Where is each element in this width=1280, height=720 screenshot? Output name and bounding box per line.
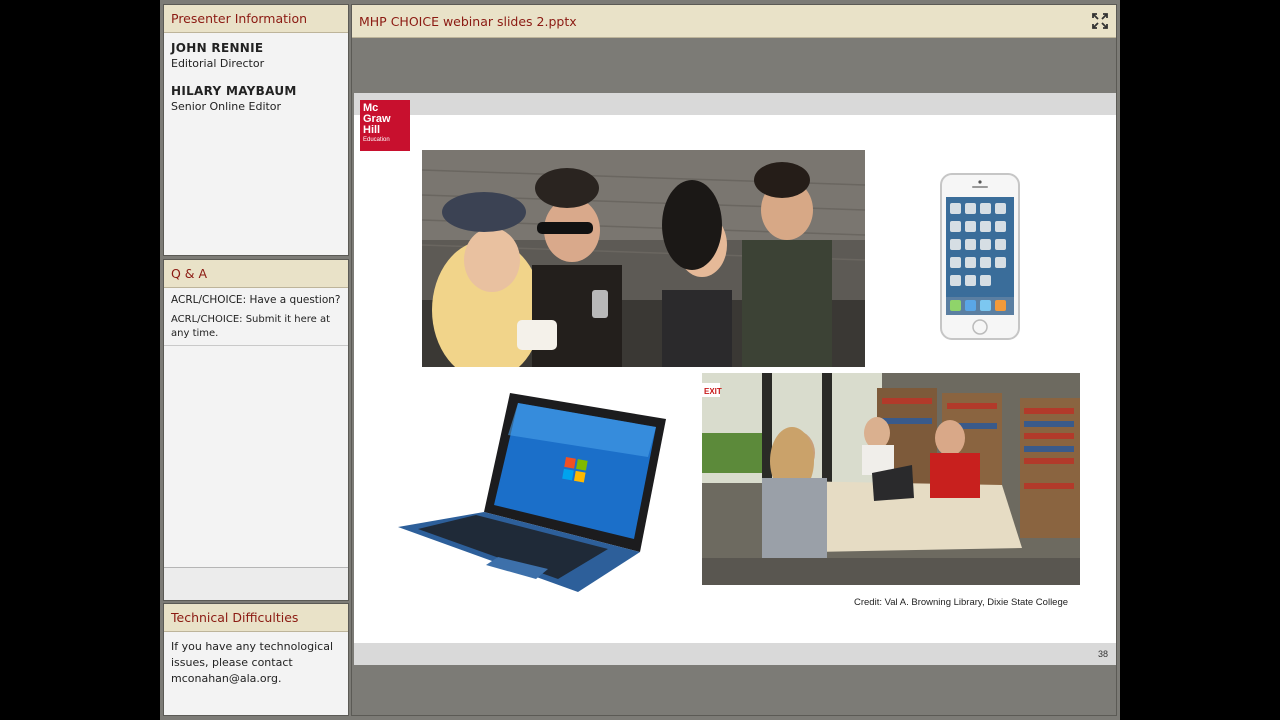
- qa-pod-title: Q & A: [171, 266, 208, 281]
- exit-sign: EXIT: [704, 387, 722, 396]
- tech-pod-title: Technical Difficulties: [171, 610, 299, 625]
- fullscreen-icon: [1092, 13, 1108, 29]
- laptop-photo: [398, 387, 668, 592]
- share-pod: MHP CHOICE webinar slides 2.pptx Mc Graw…: [351, 4, 1117, 716]
- presentation-slide: Mc Graw Hill Education EXIT Credit: Val …: [354, 93, 1116, 665]
- presenter-pod-title: Presenter Information: [171, 11, 308, 26]
- tech-difficulties-pod: Technical Difficulties If you have any t…: [163, 603, 349, 716]
- qa-question-input[interactable]: [164, 567, 348, 600]
- library-study-photo: EXIT: [702, 373, 1080, 585]
- logo-line: Hill: [363, 124, 381, 136]
- presenter-name: JOHN RENNIE: [171, 41, 264, 55]
- mcgraw-hill-logo: Mc Graw Hill Education: [360, 100, 410, 151]
- tech-pod-header: Technical Difficulties: [164, 604, 348, 632]
- qa-entry[interactable]: ACRL/CHOICE: Have a question? ACRL/CHOIC…: [164, 288, 348, 346]
- presenter-item: HILARY MAYBAUM Senior Online Editor: [171, 84, 341, 113]
- presenter-list: JOHN RENNIE Editorial Director HILARY MA…: [164, 33, 348, 135]
- qa-answer: ACRL/CHOICE: Submit it here at any time.: [171, 314, 330, 339]
- smartphone-photo: [940, 173, 1020, 340]
- presenter-title: Senior Online Editor: [171, 100, 282, 113]
- presenter-name: HILARY MAYBAUM: [171, 84, 297, 98]
- slide-page-number: 38: [354, 643, 1116, 665]
- fullscreen-button[interactable]: [1091, 12, 1109, 30]
- meeting-room: Presenter Information JOHN RENNIE Editor…: [160, 0, 1120, 720]
- presenter-item: JOHN RENNIE Editorial Director: [171, 41, 341, 70]
- students-with-phones-photo: [422, 150, 865, 367]
- photo-credit: Credit: Val A. Browning Library, Dixie S…: [854, 597, 1069, 608]
- share-pod-header: MHP CHOICE webinar slides 2.pptx: [352, 5, 1116, 38]
- tech-pod-text: If you have any technological issues, pl…: [171, 640, 333, 685]
- qa-question: ACRL/CHOICE: Have a question?: [171, 294, 341, 306]
- logo-line: Education: [363, 137, 390, 143]
- slide-viewer: Mc Graw Hill Education EXIT Credit: Val …: [352, 38, 1116, 715]
- slide-top-bar: [354, 93, 1116, 115]
- qa-pod-header: Q & A: [164, 260, 348, 288]
- presenter-pod-header: Presenter Information: [164, 5, 348, 33]
- qa-pod: Q & A ACRL/CHOICE: Have a question? ACRL…: [163, 259, 349, 601]
- presenter-title: Editorial Director: [171, 57, 265, 70]
- presenter-info-pod: Presenter Information JOHN RENNIE Editor…: [163, 4, 349, 256]
- share-pod-title: MHP CHOICE webinar slides 2.pptx: [359, 13, 577, 29]
